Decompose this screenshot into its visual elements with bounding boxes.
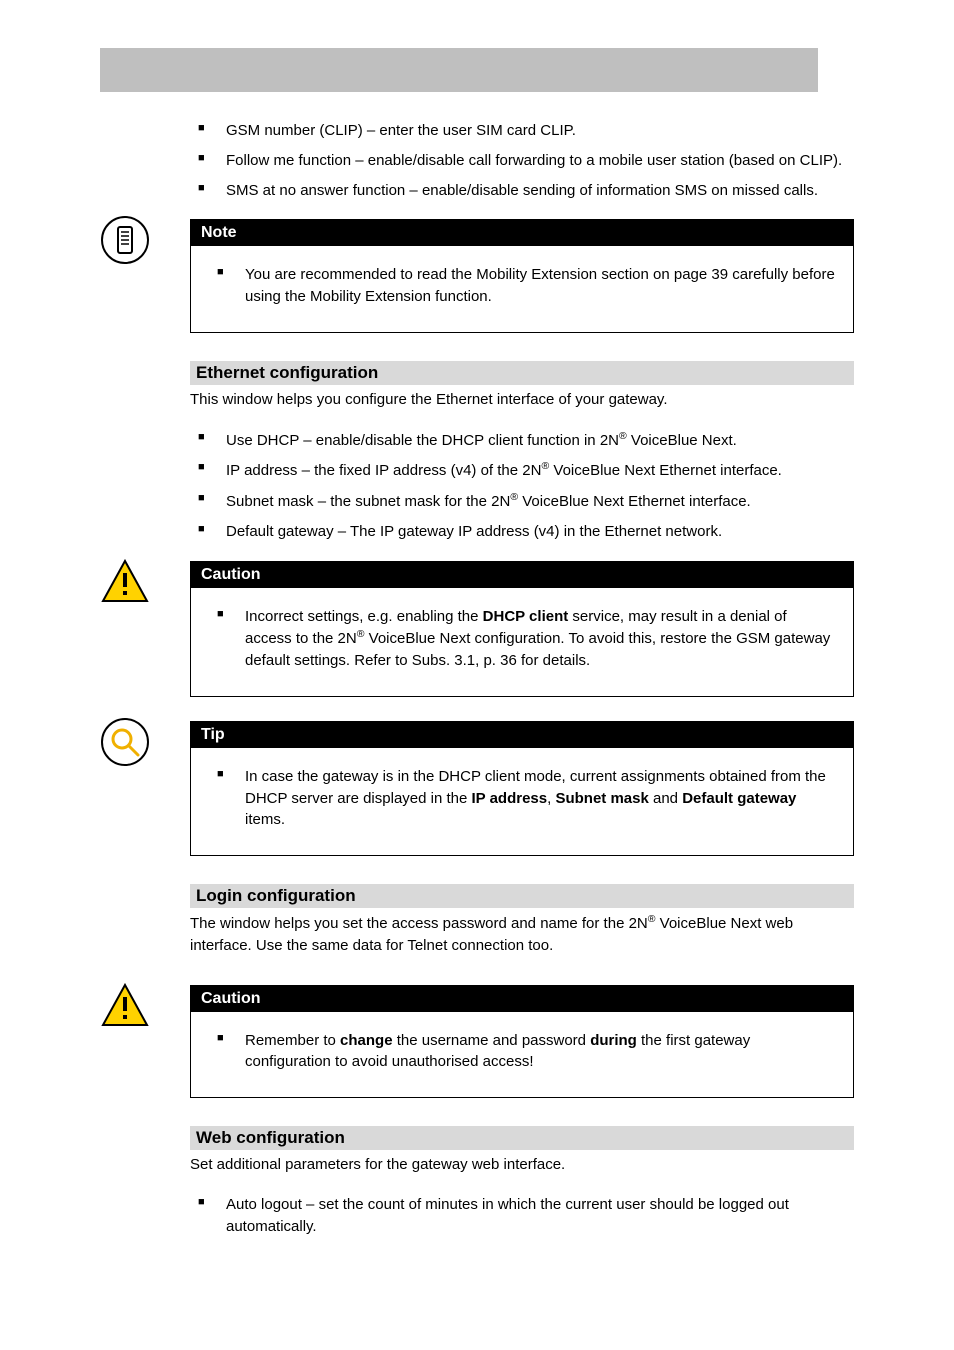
caution-text: Remember to change the username and pass…: [209, 1030, 835, 1074]
header-bar: [100, 48, 854, 92]
ethernet-bullets: Use DHCP – enable/disable the DHCP clien…: [190, 429, 854, 543]
note-text: You are recommended to read the Mobility…: [209, 264, 835, 308]
list-item: Use DHCP – enable/disable the DHCP clien…: [190, 429, 854, 452]
list-item: Follow me function – enable/disable call…: [190, 150, 854, 172]
list-item: IP address – the fixed IP address (v4) o…: [190, 459, 854, 482]
login-heading: Login configuration: [190, 884, 854, 908]
note-callout: Note You are recommended to read the Mob…: [190, 219, 854, 333]
caution-title: Caution: [191, 562, 853, 588]
login-intro: The window helps you set the access pass…: [190, 908, 854, 967]
content-area: GSM number (CLIP) – enter the user SIM c…: [190, 120, 854, 1237]
web-bullets: Auto logout – set the count of minutes i…: [190, 1194, 854, 1238]
caution-title: Caution: [191, 986, 853, 1012]
list-item: SMS at no answer function – enable/disab…: [190, 180, 854, 202]
list-item: GSM number (CLIP) – enter the user SIM c…: [190, 120, 854, 142]
caution-text: Incorrect settings, e.g. enabling the DH…: [209, 606, 835, 672]
list-item: Default gateway – The IP gateway IP addr…: [190, 521, 854, 543]
tip-callout: Tip In case the gateway is in the DHCP c…: [190, 721, 854, 856]
caution-callout-2: Caution Remember to change the username …: [190, 985, 854, 1099]
web-intro: Set additional parameters for the gatewa…: [190, 1150, 854, 1186]
caution-icon: [100, 557, 150, 607]
ethernet-heading: Ethernet configuration: [190, 361, 854, 385]
header-cut: [818, 48, 854, 92]
note-icon: [100, 215, 150, 265]
note-title: Note: [191, 220, 853, 246]
tip-icon: [100, 717, 150, 767]
tip-text: In case the gateway is in the DHCP clien…: [209, 766, 835, 831]
intro-bullet-list: GSM number (CLIP) – enter the user SIM c…: [190, 120, 854, 201]
caution-icon: [100, 981, 150, 1031]
ethernet-intro: This window helps you configure the Ethe…: [190, 385, 854, 421]
list-item: Subnet mask – the subnet mask for the 2N…: [190, 490, 854, 513]
tip-title: Tip: [191, 722, 853, 748]
caution-callout-1: Caution Incorrect settings, e.g. enablin…: [190, 561, 854, 697]
web-heading: Web configuration: [190, 1126, 854, 1150]
list-item: Auto logout – set the count of minutes i…: [190, 1194, 854, 1238]
